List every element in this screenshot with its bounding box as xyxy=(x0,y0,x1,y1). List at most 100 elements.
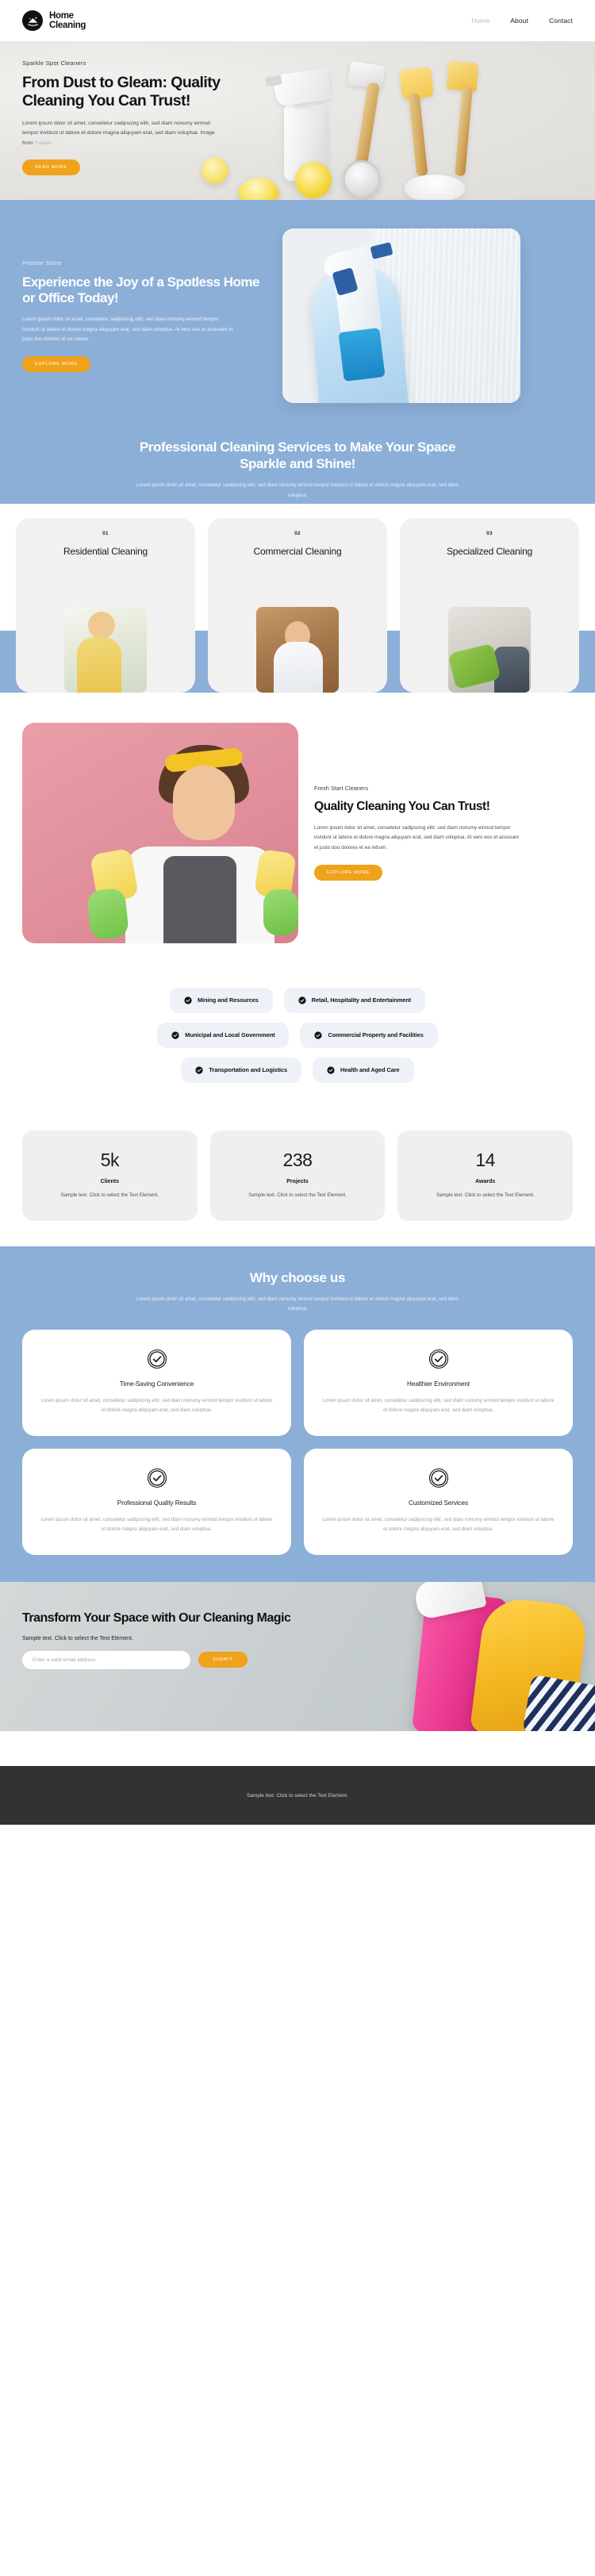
striped-sleeve xyxy=(522,1674,595,1732)
site-header: Home Cleaning Home About Contact xyxy=(0,0,595,41)
newsletter-form: SUBMIT xyxy=(22,1650,317,1669)
check-circle-icon xyxy=(428,1349,448,1369)
industry-row: Municipal and Local Government Commercia… xyxy=(22,1022,573,1048)
brand-line-1: Home xyxy=(49,10,74,21)
nav-item-home[interactable]: Home xyxy=(471,17,489,25)
stat-card-awards: 14 Awards Sample text. Click to select t… xyxy=(397,1130,574,1221)
check-circle-icon xyxy=(327,1066,335,1074)
service-card-title: Specialized Cleaning xyxy=(446,545,533,557)
brand-logo[interactable]: Home Cleaning xyxy=(22,10,86,31)
email-input[interactable] xyxy=(22,1650,190,1669)
house-sparkle-icon xyxy=(22,10,43,31)
check-circle-icon xyxy=(184,996,192,1004)
services-heading-block: Professional Cleaning Services to Make Y… xyxy=(0,430,595,501)
why-card-healthier-environment: Healthier Environment Lorem ipsum dolor … xyxy=(304,1329,573,1436)
check-circle-icon xyxy=(195,1066,203,1074)
why-card-title: Customized Services xyxy=(409,1499,468,1507)
submit-button[interactable]: SUBMIT xyxy=(198,1652,248,1668)
quality-explore-button[interactable]: EXPLORE MORE xyxy=(314,864,382,881)
check-circle-icon xyxy=(147,1468,167,1488)
service-card-number: 02 xyxy=(294,530,301,536)
hero-eyebrow: Sparkle Spot Cleaners xyxy=(22,60,86,67)
check-circle-icon xyxy=(171,1031,179,1039)
nav-item-contact[interactable]: Contact xyxy=(549,17,573,25)
stat-description: Sample text. Click to select the Text El… xyxy=(60,1192,159,1198)
service-cards-wrap: 01 Residential Cleaning 02 Commercial Cl… xyxy=(0,503,595,693)
nav-item-about[interactable]: About xyxy=(510,17,528,25)
service-card-residential[interactable]: 01 Residential Cleaning xyxy=(16,517,195,693)
industry-pill-mining[interactable]: Mining and Resources xyxy=(169,987,273,1013)
why-card-body: Lorem ipsum dolor sit amet, consetetur s… xyxy=(40,1516,273,1532)
why-card-title: Time-Saving Convenience xyxy=(119,1380,194,1388)
industry-row: Transportation and Logistics Health and … xyxy=(22,1057,573,1083)
service-card-commercial[interactable]: 02 Commercial Cleaning xyxy=(208,517,387,693)
stat-number: 238 xyxy=(282,1149,313,1170)
site-footer: Sample text. Click to select the Text El… xyxy=(0,1766,595,1825)
industry-pill-label: Transportation and Logistics xyxy=(209,1066,288,1074)
why-card-professional-quality: Professional Quality Results Lorem ipsum… xyxy=(22,1448,291,1556)
landing-page: Home Cleaning Home About Contact Sparkle… xyxy=(0,0,595,1825)
industry-pill-commercial-property[interactable]: Commercial Property and Facilities xyxy=(300,1022,438,1048)
stat-label: Awards xyxy=(475,1178,496,1184)
spotless-home-banner: Pristine Shine Experience the Joy of a S… xyxy=(0,200,595,430)
industry-pill-health[interactable]: Health and Aged Care xyxy=(313,1057,414,1083)
quality-cleaning-section: Fresh Start Cleaners Quality Cleaning Yo… xyxy=(0,692,595,969)
check-circle-icon xyxy=(298,996,306,1004)
industry-pill-label: Health and Aged Care xyxy=(340,1066,400,1074)
stat-number: 14 xyxy=(475,1149,495,1170)
why-card-title: Professional Quality Results xyxy=(117,1499,197,1507)
check-circle-icon xyxy=(147,1349,167,1369)
quality-body: Lorem ipsum dolor sit amet, consetetur s… xyxy=(314,825,520,850)
blue-hero-title: Experience the Joy of a Spotless Home or… xyxy=(22,274,259,306)
industry-pill-retail[interactable]: Retail, Hospitality and Entertainment xyxy=(283,987,426,1013)
service-card-number: 03 xyxy=(486,530,493,536)
industry-pill-label: Municipal and Local Government xyxy=(185,1031,275,1039)
quality-eyebrow: Fresh Start Cleaners xyxy=(314,785,369,793)
stat-description: Sample text. Click to select the Text El… xyxy=(436,1192,535,1198)
stat-description: Sample text. Click to select the Text El… xyxy=(248,1192,347,1198)
quality-title: Quality Cleaning You Can Trust! xyxy=(314,800,490,814)
stat-card-clients: 5k Clients Sample text. Click to select … xyxy=(22,1130,198,1221)
why-choose-us-section: Why choose us Lorem ipsum dolor sit amet… xyxy=(0,1246,595,1583)
hero-credit-link[interactable]: Freepik xyxy=(34,140,52,146)
cta-spacer xyxy=(0,1731,595,1767)
why-card-time-saving: Time-Saving Convenience Lorem ipsum dolo… xyxy=(22,1329,291,1436)
industry-pill-municipal[interactable]: Municipal and Local Government xyxy=(157,1022,290,1048)
industry-pill-label: Mining and Resources xyxy=(197,996,259,1004)
blue-hero-eyebrow: Pristine Shine xyxy=(22,259,62,267)
blue-section: Pristine Shine Experience the Joy of a S… xyxy=(0,200,595,693)
check-circle-icon xyxy=(428,1468,448,1488)
brand-line-2: Cleaning xyxy=(49,21,86,30)
why-card-body: Lorem ipsum dolor sit amet, consetetur s… xyxy=(322,1397,555,1413)
service-card-specialized[interactable]: 03 Specialized Cleaning xyxy=(400,517,579,693)
footer-text: Sample text. Click to select the Text El… xyxy=(247,1792,348,1799)
industry-row: Mining and Resources Retail, Hospitality… xyxy=(22,987,573,1013)
service-card-photo xyxy=(64,606,147,693)
stat-label: Clients xyxy=(100,1178,119,1184)
why-card-title: Healthier Environment xyxy=(407,1380,470,1388)
service-cards-row: 01 Residential Cleaning 02 Commercial Cl… xyxy=(16,517,579,693)
industry-pill-transportation[interactable]: Transportation and Logistics xyxy=(181,1057,302,1083)
hero-read-more-button[interactable]: READ MORE xyxy=(22,159,80,175)
hero-section: Sparkle Spot Cleaners From Dust to Gleam… xyxy=(0,41,595,200)
main-navigation: Home About Contact xyxy=(471,17,573,25)
timer-clock xyxy=(343,160,381,198)
stat-card-projects: 238 Projects Sample text. Click to selec… xyxy=(209,1130,386,1221)
industry-pill-label: Retail, Hospitality and Entertainment xyxy=(311,996,412,1004)
why-choose-us-title: Why choose us xyxy=(249,1269,346,1285)
blue-hero-explore-button[interactable]: EXPLORE MORE xyxy=(22,356,90,373)
baking-soda-bowl xyxy=(405,175,465,200)
why-card-body: Lorem ipsum dolor sit amet, consetetur s… xyxy=(322,1516,555,1532)
glove-spray-photo xyxy=(282,228,520,403)
lemon-whole xyxy=(295,162,332,198)
services-title: Professional Cleaning Services to Make Y… xyxy=(139,440,456,471)
why-choose-us-grid: Time-Saving Convenience Lorem ipsum dolo… xyxy=(22,1329,573,1556)
check-circle-icon xyxy=(314,1031,323,1039)
service-card-photo xyxy=(448,606,531,693)
industries-section: Mining and Resources Retail, Hospitality… xyxy=(0,968,595,1116)
service-card-number: 01 xyxy=(102,530,109,536)
scrub-brush-head xyxy=(446,60,479,92)
cta-title: Transform Your Space with Our Cleaning M… xyxy=(22,1611,291,1626)
cleaner-woman-photo xyxy=(22,722,298,943)
service-card-photo xyxy=(256,606,339,693)
